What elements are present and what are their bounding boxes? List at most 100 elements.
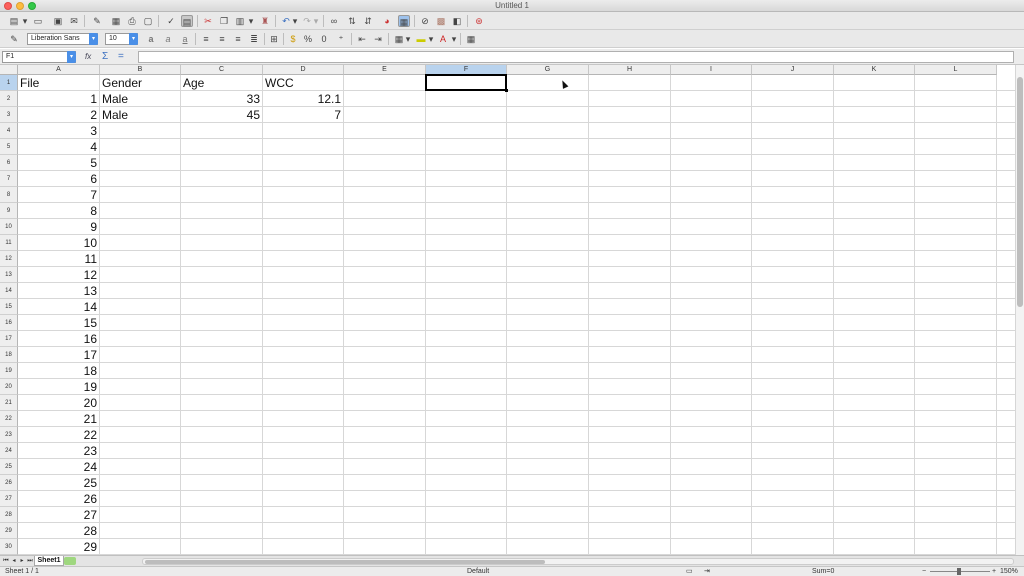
- autofill-handle[interactable]: [505, 89, 508, 92]
- column-header-k[interactable]: K: [834, 65, 915, 75]
- pivot-table-icon[interactable]: ▦: [398, 15, 410, 27]
- row-header-13[interactable]: 13: [0, 267, 18, 283]
- file-cell[interactable]: 25: [18, 475, 99, 491]
- email-icon[interactable]: ✉: [68, 15, 80, 27]
- paste-dropdown-icon[interactable]: ▾: [248, 15, 254, 27]
- file-cell[interactable]: 9: [18, 219, 99, 235]
- file-cell[interactable]: 16: [18, 331, 99, 347]
- file-cell[interactable]: 27: [18, 507, 99, 523]
- cell-cursor[interactable]: [425, 74, 507, 91]
- undo-icon[interactable]: ↶: [280, 15, 292, 27]
- column-header-a[interactable]: A: [18, 65, 100, 75]
- select-all-corner[interactable]: [0, 65, 18, 75]
- spellcheck-icon[interactable]: ✓: [165, 15, 177, 27]
- borders-icon[interactable]: ▦: [393, 33, 405, 45]
- row-header-5[interactable]: 5: [0, 139, 18, 155]
- background-color-dropdown-icon[interactable]: ▾: [428, 33, 434, 45]
- file-cell[interactable]: 7: [18, 187, 99, 203]
- copy-icon[interactable]: ❐: [218, 15, 230, 27]
- hyperlink-icon[interactable]: ∞: [328, 15, 340, 27]
- number-format-icon[interactable]: 0: [318, 33, 330, 45]
- zoom-level[interactable]: 150%: [1000, 567, 1018, 576]
- wcc-cell[interactable]: 7: [263, 107, 343, 123]
- row-header-4[interactable]: 4: [0, 123, 18, 139]
- font-size-combobox[interactable]: 10 ▾: [105, 33, 138, 45]
- redo-icon[interactable]: ↷: [301, 15, 313, 27]
- new-dropdown-icon[interactable]: ▾: [22, 15, 28, 27]
- first-sheet-icon[interactable]: ⏮: [2, 557, 10, 565]
- paste-icon[interactable]: ▥: [234, 15, 246, 27]
- age-cell[interactable]: 33: [181, 91, 262, 107]
- column-header-l[interactable]: L: [915, 65, 997, 75]
- styles-icon[interactable]: ✎: [8, 33, 20, 45]
- row-header-14[interactable]: 14: [0, 283, 18, 299]
- row-header-10[interactable]: 10: [0, 219, 18, 235]
- column-header-j[interactable]: J: [752, 65, 834, 75]
- italic-icon[interactable]: a: [162, 33, 174, 45]
- spreadsheet-grid[interactable]: A B C D E F G H I J K L 1 2 3 4 5 6 7 8 9 10 11 12 13 14 15 16 17 18 1…: [0, 65, 1015, 555]
- formula-button[interactable]: =: [118, 51, 124, 63]
- row-header-28[interactable]: 28: [0, 507, 18, 523]
- font-color-dropdown-icon[interactable]: ▾: [451, 33, 457, 45]
- gender-cell[interactable]: Male: [100, 91, 180, 107]
- age-cell[interactable]: 45: [181, 107, 262, 123]
- row-header-9[interactable]: 9: [0, 203, 18, 219]
- print-preview-icon[interactable]: ▢: [142, 15, 154, 27]
- open-icon[interactable]: ▭: [32, 15, 44, 27]
- clone-formatting-icon[interactable]: ♜: [259, 15, 271, 27]
- selection-mode-icon[interactable]: ▭: [686, 567, 693, 576]
- header-cell[interactable]: Gender: [100, 75, 180, 91]
- save-icon[interactable]: ▣: [52, 15, 64, 27]
- file-cell[interactable]: 14: [18, 299, 99, 315]
- column-header-e[interactable]: E: [344, 65, 426, 75]
- row-header-3[interactable]: 3: [0, 107, 18, 123]
- redo-dropdown-icon[interactable]: ▾: [313, 15, 319, 27]
- file-cell[interactable]: 3: [18, 123, 99, 139]
- row-header-29[interactable]: 29: [0, 523, 18, 539]
- file-cell[interactable]: 1: [18, 91, 99, 107]
- last-sheet-icon[interactable]: ⏭: [26, 557, 34, 565]
- increase-indent-icon[interactable]: ⇥: [372, 33, 384, 45]
- new-document-icon[interactable]: ▤: [8, 15, 20, 27]
- row-header-24[interactable]: 24: [0, 443, 18, 459]
- column-header-h[interactable]: H: [589, 65, 671, 75]
- edit-mode-icon[interactable]: ✎: [91, 15, 103, 27]
- underline-icon[interactable]: a: [179, 33, 191, 45]
- page-style[interactable]: Default: [467, 567, 489, 576]
- file-cell[interactable]: 10: [18, 235, 99, 251]
- add-decimal-icon[interactable]: ⁺: [335, 33, 347, 45]
- horizontal-scrollbar-thumb[interactable]: [145, 560, 545, 564]
- bold-icon[interactable]: a: [145, 33, 157, 45]
- file-cell[interactable]: 28: [18, 523, 99, 539]
- column-header-i[interactable]: I: [671, 65, 752, 75]
- file-cell[interactable]: 8: [18, 203, 99, 219]
- zoom-in-icon[interactable]: +: [992, 567, 996, 576]
- row-header-30[interactable]: 30: [0, 539, 18, 555]
- vertical-scrollbar[interactable]: [1015, 65, 1024, 555]
- row-header-8[interactable]: 8: [0, 187, 18, 203]
- next-sheet-icon[interactable]: ▸: [18, 557, 26, 565]
- column-header-b[interactable]: B: [100, 65, 181, 75]
- header-cell[interactable]: File: [18, 75, 99, 91]
- decrease-indent-icon[interactable]: ⇤: [356, 33, 368, 45]
- file-cell[interactable]: 29: [18, 539, 99, 555]
- gender-cell[interactable]: Male: [100, 107, 180, 123]
- row-header-16[interactable]: 16: [0, 315, 18, 331]
- percent-format-icon[interactable]: %: [302, 33, 314, 45]
- row-header-25[interactable]: 25: [0, 459, 18, 475]
- gallery-icon[interactable]: ▩: [435, 15, 447, 27]
- row-header-26[interactable]: 26: [0, 475, 18, 491]
- column-header-c[interactable]: C: [181, 65, 263, 75]
- undo-dropdown-icon[interactable]: ▾: [292, 15, 298, 27]
- maximize-window-button[interactable]: [28, 2, 36, 10]
- close-window-button[interactable]: [4, 2, 12, 10]
- previous-sheet-icon[interactable]: ◂: [10, 557, 18, 565]
- file-cell[interactable]: 4: [18, 139, 99, 155]
- file-cell[interactable]: 21: [18, 411, 99, 427]
- header-cell[interactable]: Age: [181, 75, 262, 91]
- sort-ascending-icon[interactable]: ⇅: [346, 15, 358, 27]
- font-name-combobox[interactable]: Liberation Sans ▾: [27, 33, 98, 45]
- row-header-2[interactable]: 2: [0, 91, 18, 107]
- minimize-window-button[interactable]: [16, 2, 24, 10]
- borders-dropdown-icon[interactable]: ▾: [405, 33, 411, 45]
